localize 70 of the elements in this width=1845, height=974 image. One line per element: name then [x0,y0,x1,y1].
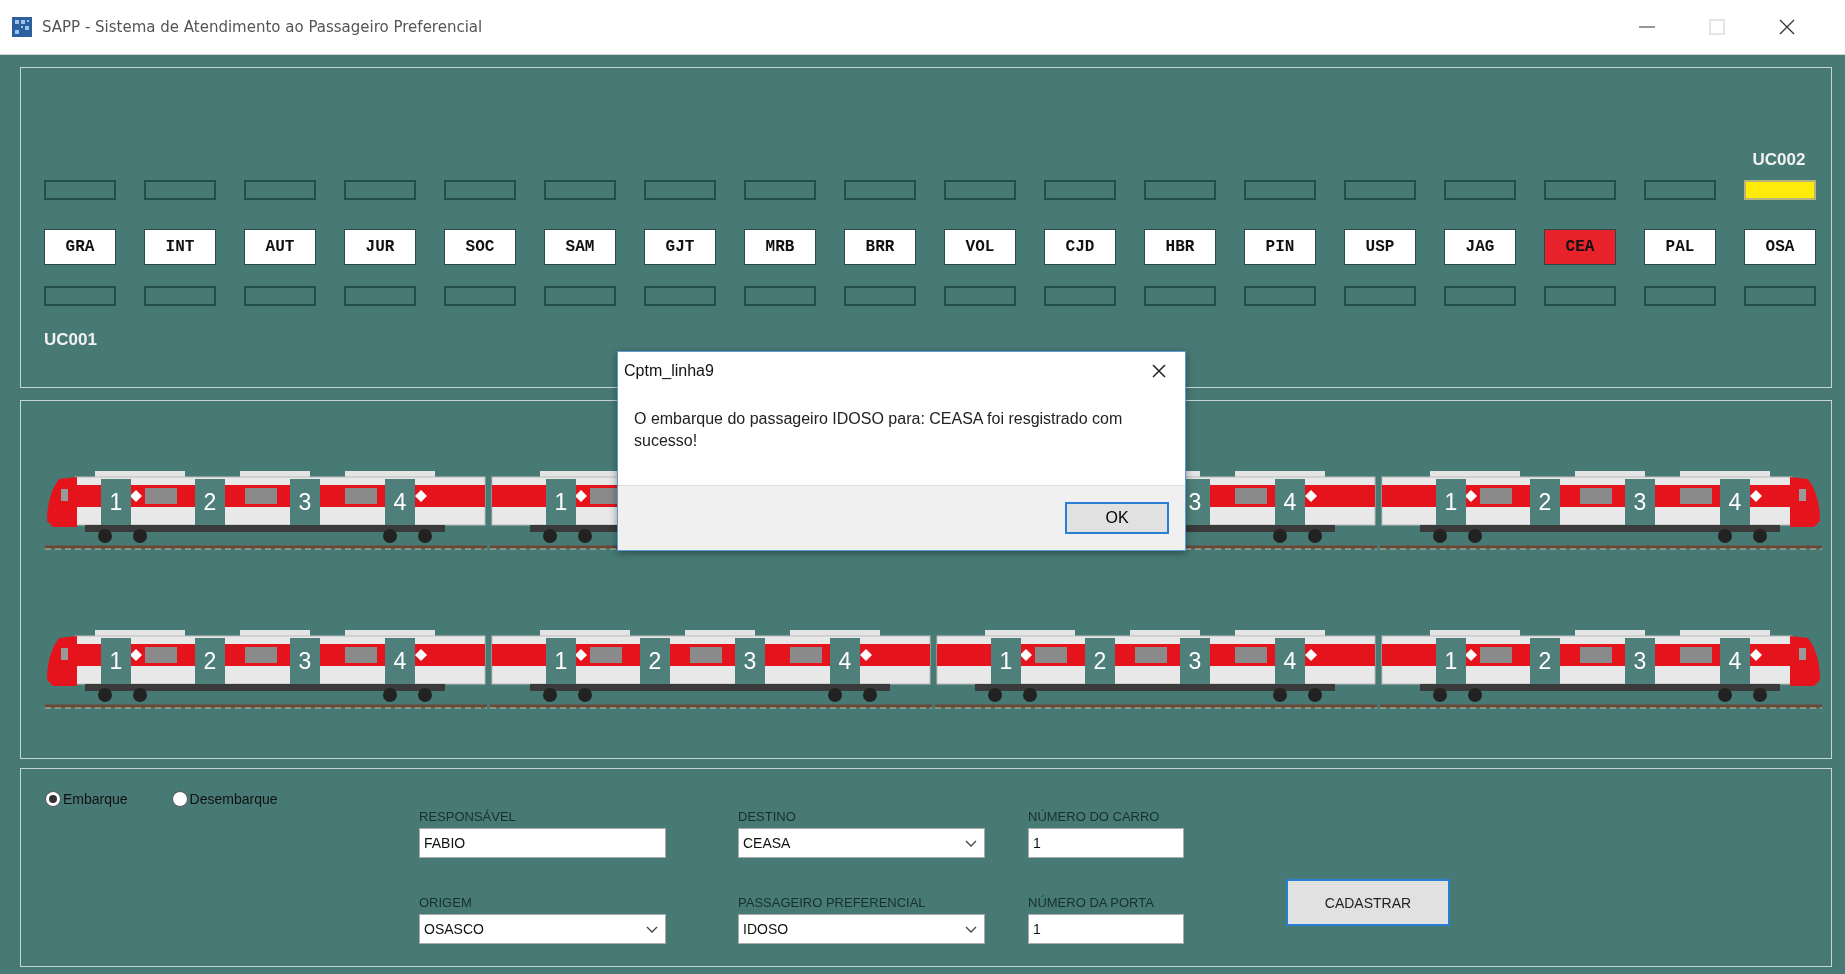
door-number[interactable]: 4 [385,479,415,525]
station-button[interactable]: PAL [1644,229,1716,265]
door-number[interactable]: 3 [290,638,320,684]
station-button[interactable]: GRA [44,229,116,265]
input-field[interactable]: FABIO [419,828,666,858]
door-number[interactable]: 4 [1275,638,1305,684]
door-number[interactable]: 2 [1530,479,1560,525]
window-title: SAPP - Sistema de Atendimento ao Passageiro Preferencial [42,18,484,36]
field-label: NÚMERO DA PORTA [1028,894,1155,910]
station-button[interactable]: VOL [944,229,1016,265]
door-number[interactable]: 3 [1180,638,1210,684]
close-icon[interactable] [1151,363,1167,379]
station-button[interactable]: HBR [1144,229,1216,265]
station-button[interactable]: OSA [1744,229,1816,265]
dialog-message: O embarque do passageiro IDOSO para: CEASA foi resgistrado com sucesso! [633,409,1124,451]
unit-label: UC002 [1751,150,1807,171]
door-number[interactable]: 3 [1625,638,1655,684]
dropdown-field[interactable]: OSASCO [419,913,666,944]
radio-label[interactable]: Embarque [63,791,128,807]
door-number[interactable]: 1 [1436,638,1466,684]
dropdown-field[interactable]: IDOSO [738,913,985,944]
station-button[interactable]: BRR [844,229,916,265]
station-button[interactable]: CJD [1044,229,1116,265]
field-label: PASSAGEIRO PREFERENCIAL [738,894,927,910]
door-number[interactable]: 2 [1530,638,1560,684]
door-number[interactable]: 4 [1275,479,1305,525]
station-button[interactable]: CEA [1544,229,1616,265]
radio-label[interactable]: Desembarque [189,791,278,807]
door-number[interactable]: 1 [101,479,131,525]
dialog-title: Cptm_linha9 [624,362,715,380]
station-button[interactable]: AUT [244,229,316,265]
door-number[interactable]: 4 [1720,638,1750,684]
door-number[interactable]: 3 [735,638,765,684]
field-label: NÚMERO DO CARRO [1028,809,1161,824]
station-button[interactable]: SAM [544,229,616,265]
door-number[interactable]: 2 [1085,638,1115,684]
door-number[interactable]: 4 [385,638,415,684]
dropdown-field[interactable]: CEASA [738,828,985,858]
field-label: ORIGEM [419,894,473,910]
radio-button[interactable] [171,791,188,807]
door-number[interactable]: 1 [546,479,576,525]
door-number[interactable]: 1 [1436,479,1466,525]
unit-label: UC001 [44,330,98,350]
door-number[interactable]: 2 [195,479,225,525]
station-button[interactable]: JUR [344,229,416,265]
radio-button[interactable] [45,791,61,807]
submit-button[interactable]: CADASTRAR [1286,879,1450,926]
door-number[interactable]: 2 [640,638,670,684]
input-field[interactable]: 1 [1028,828,1184,858]
station-button[interactable]: PIN [1244,229,1316,265]
field-label: RESPONSÁVEL [419,809,517,824]
door-number[interactable]: 1 [101,638,131,684]
door-number[interactable]: 2 [195,638,225,684]
door-number[interactable]: 4 [1720,479,1750,525]
field-label: DESTINO [738,809,797,824]
station-button[interactable]: MRB [744,229,816,265]
chevron-down-icon [964,838,978,848]
door-number[interactable]: 1 [546,638,576,684]
station-button[interactable]: USP [1344,229,1416,265]
input-field[interactable]: 1 [1028,913,1184,944]
station-button[interactable]: GJT [644,229,716,265]
ok-button[interactable]: OK [1065,502,1169,534]
door-number[interactable]: 3 [290,479,320,525]
door-number[interactable]: 1 [991,638,1021,684]
door-number[interactable]: 3 [1625,479,1655,525]
station-button[interactable]: INT [144,229,216,265]
station-button[interactable]: SOC [444,229,516,265]
station-button[interactable]: JAG [1444,229,1516,265]
app-icon [12,17,32,37]
door-number[interactable]: 4 [830,638,860,684]
